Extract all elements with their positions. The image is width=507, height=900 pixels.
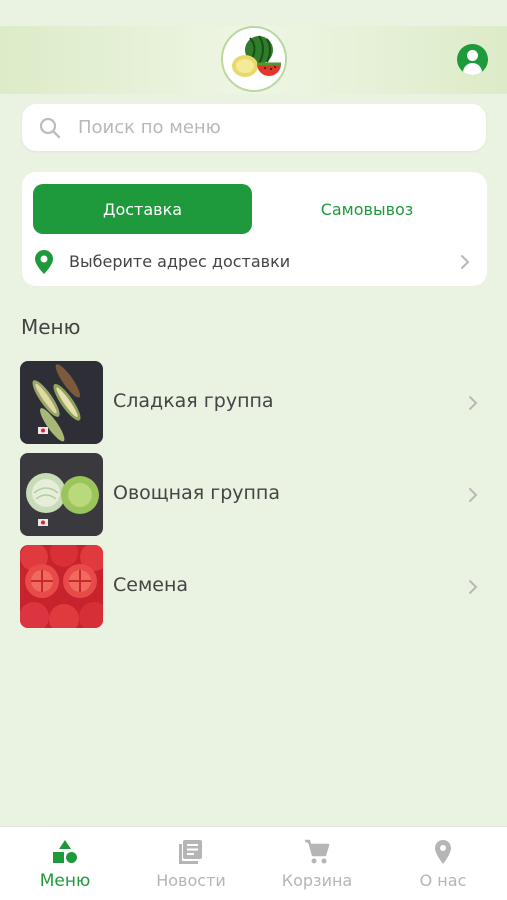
address-label: Выберите адрес доставки	[69, 252, 291, 271]
delivery-card: Доставка Самовывоз Выберите адрес достав…	[22, 172, 487, 286]
nav-label-cart: Корзина	[281, 871, 353, 890]
tab-pickup[interactable]: Самовывоз	[262, 184, 472, 234]
category-label: Сладкая группа	[113, 390, 274, 412]
category-thumb	[20, 453, 103, 536]
chevron-right-icon	[461, 255, 470, 269]
nav-item-cart[interactable]: Корзина	[254, 827, 380, 900]
category-item-seeds[interactable]: Семена	[0, 545, 507, 629]
search-input[interactable]	[78, 112, 468, 143]
nav-label-about: О нас	[419, 871, 467, 890]
chevron-right-icon	[469, 396, 478, 410]
category-item-vegetable[interactable]: Овощная группа	[0, 453, 507, 537]
nav-item-menu[interactable]: Меню	[2, 827, 128, 900]
tab-delivery[interactable]: Доставка	[33, 184, 252, 234]
search-icon	[39, 117, 61, 139]
location-pin-icon	[35, 250, 53, 274]
address-selector[interactable]: Выберите адрес доставки	[22, 246, 487, 278]
tab-pickup-label: Самовывоз	[320, 199, 414, 219]
category-item-sweet[interactable]: Сладкая группа	[0, 361, 507, 445]
profile-button[interactable]	[457, 44, 488, 75]
shapes-icon	[53, 840, 77, 863]
corn-photo	[20, 361, 103, 444]
nav-label-news: Новости	[156, 871, 226, 890]
news-icon	[179, 840, 202, 864]
category-thumb	[20, 545, 103, 628]
watermelon-melon-logo	[223, 28, 285, 90]
location-icon	[435, 840, 451, 864]
search-bar[interactable]	[22, 104, 486, 151]
cabbage-photo	[20, 453, 103, 536]
tomato-photo	[20, 545, 103, 628]
tab-delivery-label: Доставка	[102, 199, 183, 219]
nav-label-menu: Меню	[39, 871, 91, 891]
nav-item-about[interactable]: О нас	[380, 827, 506, 900]
cart-icon	[305, 839, 330, 864]
app-logo[interactable]	[221, 26, 287, 92]
category-label: Семена	[113, 574, 189, 596]
chevron-right-icon	[469, 580, 478, 594]
bottom-navigation: Меню Новости Корзина О нас	[0, 826, 507, 900]
chevron-right-icon	[469, 488, 478, 502]
status-bar	[0, 0, 507, 26]
category-label: Овощная группа	[113, 482, 280, 504]
menu-section-title: Меню	[21, 315, 81, 339]
nav-item-news[interactable]: Новости	[128, 827, 254, 900]
category-thumb	[20, 361, 103, 444]
